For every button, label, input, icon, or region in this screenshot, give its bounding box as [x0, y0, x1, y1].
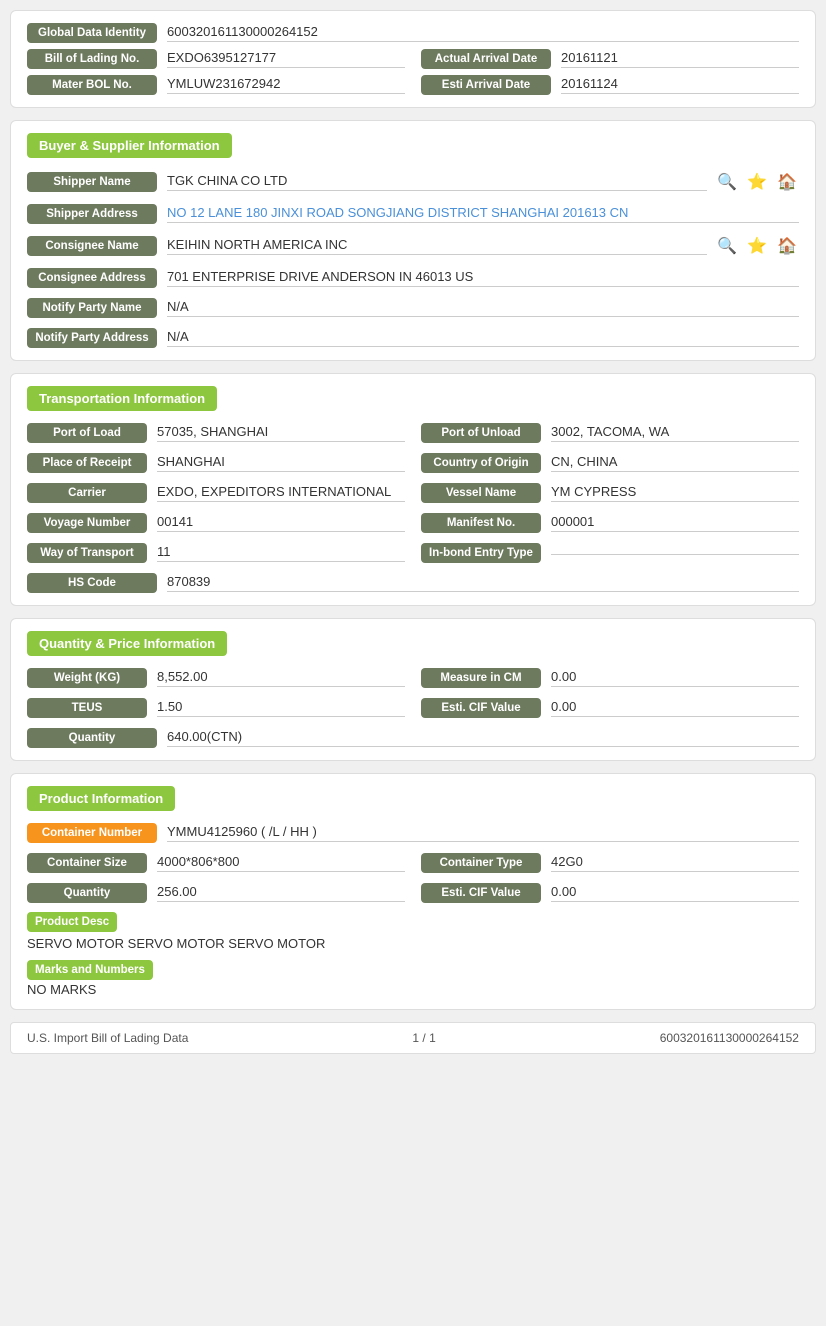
notify-party-name-value: N/A — [167, 299, 799, 317]
bol-value: EXDO6395127177 — [167, 50, 405, 68]
hs-code-label: HS Code — [27, 573, 157, 593]
manifest-value: 000001 — [551, 514, 799, 532]
buyer-supplier-section-title: Buyer & Supplier Information — [27, 133, 232, 158]
shipper-address-value: NO 12 LANE 180 JINXI ROAD SONGJIANG DIST… — [167, 205, 799, 223]
product-esti-cif-label: Esti. CIF Value — [421, 883, 541, 903]
shipper-name-label: Shipper Name — [27, 172, 157, 192]
consignee-search-icon[interactable]: 🔍 — [715, 234, 739, 258]
notify-party-address-value: N/A — [167, 329, 799, 347]
inbond-value — [551, 552, 799, 555]
qty-price-section-title: Quantity & Price Information — [27, 631, 227, 656]
notify-party-address-label: Notify Party Address — [27, 328, 157, 348]
weight-value: 8,552.00 — [157, 669, 405, 687]
bol-label: Bill of Lading No. — [27, 49, 157, 69]
country-origin-label: Country of Origin — [421, 453, 541, 473]
esti-arrival-value: 20161124 — [561, 76, 799, 94]
notify-party-name-label: Notify Party Name — [27, 298, 157, 318]
vessel-name-label: Vessel Name — [421, 483, 541, 503]
qty-quantity-label: Quantity — [27, 728, 157, 748]
global-data-value: 600320161130000264152 — [167, 24, 799, 42]
product-quantity-value: 256.00 — [157, 884, 405, 902]
product-desc-value: SERVO MOTOR SERVO MOTOR SERVO MOTOR — [27, 936, 799, 951]
manifest-label: Manifest No. — [421, 513, 541, 533]
vessel-name-value: YM CYPRESS — [551, 484, 799, 502]
shipper-address-label: Shipper Address — [27, 204, 157, 224]
container-size-label: Container Size — [27, 853, 147, 873]
measure-label: Measure in CM — [421, 668, 541, 688]
container-size-value: 4000*806*800 — [157, 854, 405, 872]
place-receipt-label: Place of Receipt — [27, 453, 147, 473]
port-load-label: Port of Load — [27, 423, 147, 443]
voyage-label: Voyage Number — [27, 513, 147, 533]
container-number-label: Container Number — [27, 823, 157, 843]
country-origin-value: CN, CHINA — [551, 454, 799, 472]
way-transport-label: Way of Transport — [27, 543, 147, 563]
footer-right: 600320161130000264152 — [660, 1031, 799, 1045]
actual-arrival-label: Actual Arrival Date — [421, 49, 551, 69]
port-unload-value: 3002, TACOMA, WA — [551, 424, 799, 442]
inbond-label: In-bond Entry Type — [421, 543, 541, 563]
product-desc-label: Product Desc — [27, 912, 117, 932]
qty-esti-cif-value: 0.00 — [551, 699, 799, 717]
hs-code-value: 870839 — [167, 574, 799, 592]
actual-arrival-value: 20161121 — [561, 50, 799, 68]
port-load-value: 57035, SHANGHAI — [157, 424, 405, 442]
way-transport-value: 11 — [157, 544, 405, 562]
shipper-search-icon[interactable]: 🔍 — [715, 170, 739, 194]
page-footer: U.S. Import Bill of Lading Data 1 / 1 60… — [10, 1022, 816, 1054]
carrier-value: EXDO, EXPEDITORS INTERNATIONAL — [157, 484, 405, 502]
master-bol-label: Mater BOL No. — [27, 75, 157, 95]
consignee-name-label: Consignee Name — [27, 236, 157, 256]
consignee-home-icon[interactable]: 🏠 — [775, 234, 799, 258]
weight-label: Weight (KG) — [27, 668, 147, 688]
marks-value: NO MARKS — [27, 982, 799, 997]
esti-arrival-label: Esti Arrival Date — [421, 75, 551, 95]
marks-label: Marks and Numbers — [27, 960, 153, 980]
qty-esti-cif-label: Esti. CIF Value — [421, 698, 541, 718]
product-section-title: Product Information — [27, 786, 175, 811]
consignee-address-value: 701 ENTERPRISE DRIVE ANDERSON IN 46013 U… — [167, 269, 799, 287]
footer-center: 1 / 1 — [412, 1031, 435, 1045]
master-bol-value: YMLUW231672942 — [167, 76, 405, 94]
container-type-label: Container Type — [421, 853, 541, 873]
footer-left: U.S. Import Bill of Lading Data — [27, 1031, 188, 1045]
transportation-section-title: Transportation Information — [27, 386, 217, 411]
consignee-name-value: KEIHIN NORTH AMERICA INC — [167, 237, 707, 255]
consignee-address-label: Consignee Address — [27, 268, 157, 288]
teus-value: 1.50 — [157, 699, 405, 717]
container-type-value: 42G0 — [551, 854, 799, 872]
shipper-name-value: TGK CHINA CO LTD — [167, 173, 707, 191]
global-data-label: Global Data Identity — [27, 23, 157, 43]
shipper-star-icon[interactable]: ⭐ — [745, 170, 769, 194]
port-unload-label: Port of Unload — [421, 423, 541, 443]
consignee-star-icon[interactable]: ⭐ — [745, 234, 769, 258]
carrier-label: Carrier — [27, 483, 147, 503]
place-receipt-value: SHANGHAI — [157, 454, 405, 472]
product-esti-cif-value: 0.00 — [551, 884, 799, 902]
product-quantity-label: Quantity — [27, 883, 147, 903]
voyage-value: 00141 — [157, 514, 405, 532]
qty-quantity-value: 640.00(CTN) — [167, 729, 799, 747]
shipper-home-icon[interactable]: 🏠 — [775, 170, 799, 194]
container-number-value: YMMU4125960 ( /L / HH ) — [167, 824, 799, 842]
measure-value: 0.00 — [551, 669, 799, 687]
teus-label: TEUS — [27, 698, 147, 718]
